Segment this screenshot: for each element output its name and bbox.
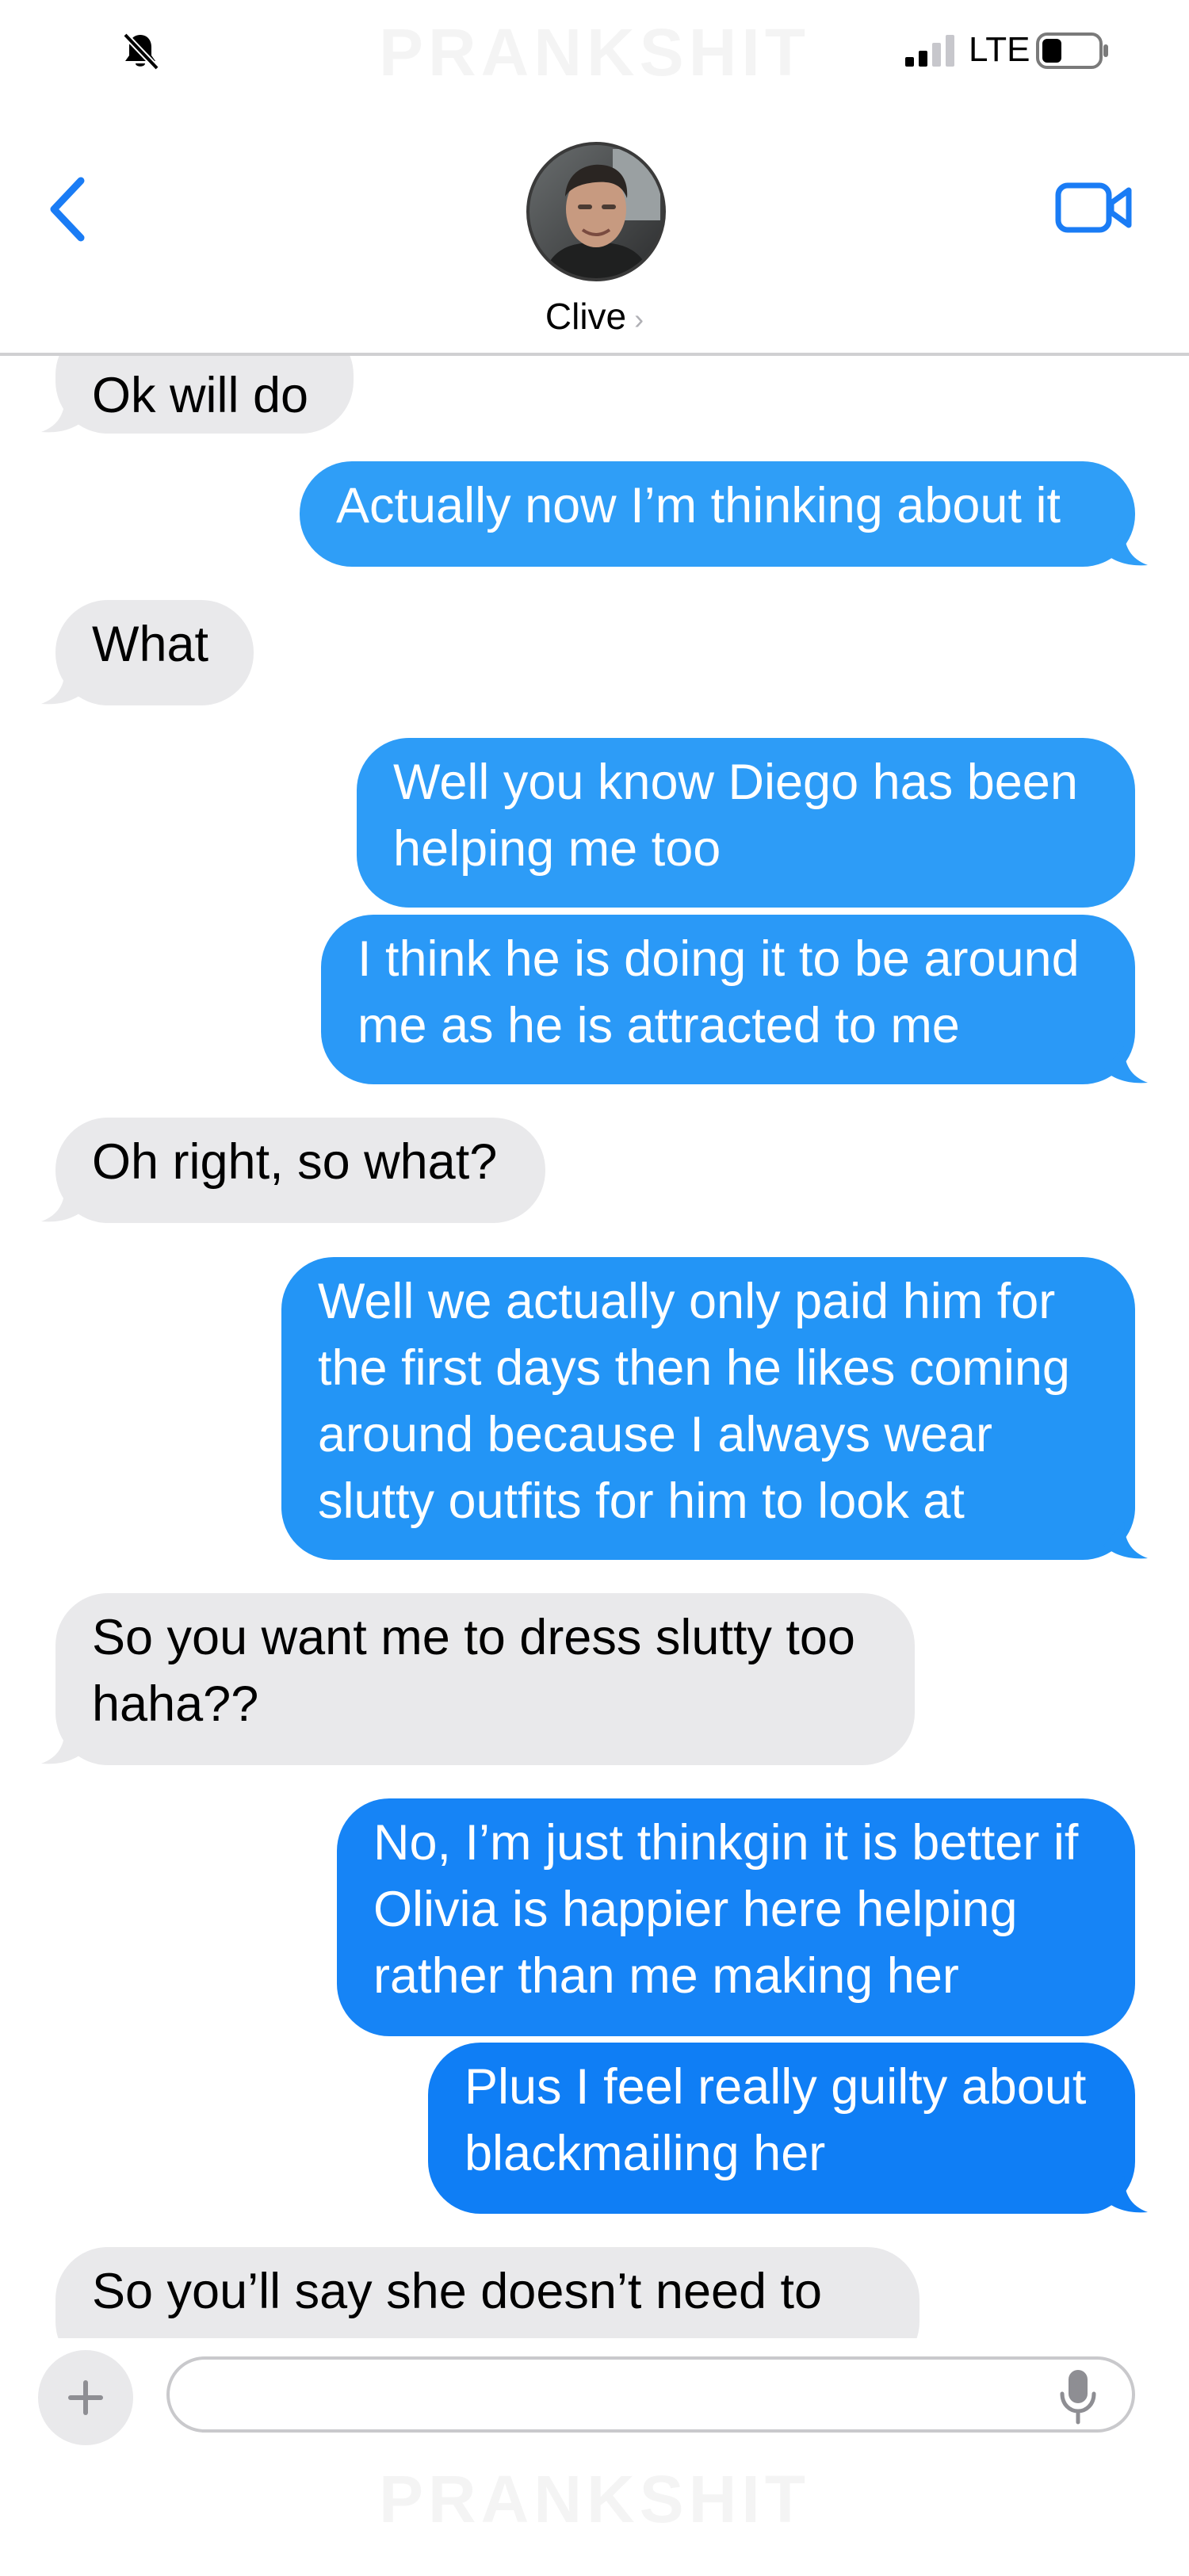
contact-name: Clive: [545, 296, 627, 337]
message-line: So you want me to dress slutty too: [92, 1610, 855, 1665]
message-line: the first days then he likes coming: [318, 1340, 1070, 1396]
message-line: Actually now I’m thinking about it: [336, 478, 1061, 533]
plus-button[interactable]: [38, 2350, 133, 2445]
message-line: me as he is attracted to me: [357, 998, 960, 1053]
bubble-tail: [41, 1727, 86, 1764]
message-line: What: [92, 617, 209, 672]
battery-icon: [1036, 32, 1108, 69]
message-line: Oh right, so what?: [92, 1134, 498, 1190]
message-line: slutty outfits for him to look at: [318, 1473, 965, 1529]
bubble-tail: [41, 667, 86, 705]
compose-bar: [0, 2338, 1189, 2457]
incoming-message[interactable]: So you want me to dress slutty too haha?…: [55, 1593, 915, 1765]
message-line: around because I always wear: [318, 1407, 992, 1462]
bubble-tail: [1103, 2176, 1148, 2213]
message-line: helping me too: [393, 821, 721, 877]
message-line: blackmailing her: [465, 2126, 826, 2181]
outgoing-message[interactable]: No, I’m just thinkgin it is better if Ol…: [337, 1798, 1135, 2036]
message-line: Well we actually only paid him for: [318, 1274, 1056, 1329]
signal-icon: [905, 35, 954, 67]
message-line: No, I’m just thinkgin it is better if: [373, 1815, 1079, 1871]
chevron-right-icon: ›: [634, 303, 644, 335]
message-thread[interactable]: PRANKSHIT Ok will do Actually now I’m th…: [0, 356, 1189, 2339]
message-line: Well you know Diego has been: [393, 755, 1078, 810]
watermark: PRANKSHIT: [0, 2461, 1189, 2538]
message-line: Ok will do: [92, 368, 309, 423]
bubble-tail: [1103, 529, 1148, 566]
outgoing-message[interactable]: Well you know Diego has been helping me …: [357, 738, 1135, 908]
outgoing-message[interactable]: Well we actually only paid him for the f…: [281, 1257, 1135, 1560]
message-input[interactable]: [166, 2356, 1135, 2433]
video-camera-icon[interactable]: [1054, 179, 1134, 236]
status-bar: LTE: [0, 0, 1189, 103]
message-line: Olivia is happier here helping: [373, 1882, 1018, 1937]
bubble-tail: [1103, 1522, 1148, 1559]
incoming-message[interactable]: Oh right, so what?: [55, 1118, 545, 1223]
message-line: haha??: [92, 1676, 259, 1732]
message-line: Plus I feel really guilty about: [465, 2059, 1087, 2115]
bubble-tail: [1103, 1046, 1148, 1084]
microphone-icon[interactable]: [1059, 2368, 1097, 2425]
conversation-header: Clive ›: [0, 103, 1189, 354]
message-line: I think he is doing it to be around: [357, 931, 1080, 987]
bubble-tail: [41, 1185, 86, 1222]
bell-slash-icon: [123, 32, 159, 71]
outgoing-message[interactable]: Plus I feel really guilty about blackmai…: [428, 2043, 1135, 2214]
chevron-left-icon[interactable]: [46, 176, 87, 243]
avatar[interactable]: [526, 141, 667, 282]
plus-icon: [68, 2380, 103, 2415]
incoming-message[interactable]: So you’ll say she doesn’t need to: [55, 2247, 919, 2339]
message-line: rather than me making her: [373, 1948, 959, 2004]
outgoing-message[interactable]: I think he is doing it to be around me a…: [321, 915, 1135, 1084]
outgoing-message[interactable]: Actually now I’m thinking about it: [300, 461, 1135, 567]
incoming-message[interactable]: Ok will do: [55, 356, 354, 434]
bubble-tail: [41, 396, 86, 433]
network-label: LTE: [969, 30, 1030, 69]
message-line: So you’ll say she doesn’t need to: [92, 2264, 823, 2319]
contact-name-row[interactable]: Clive ›: [0, 295, 1189, 338]
